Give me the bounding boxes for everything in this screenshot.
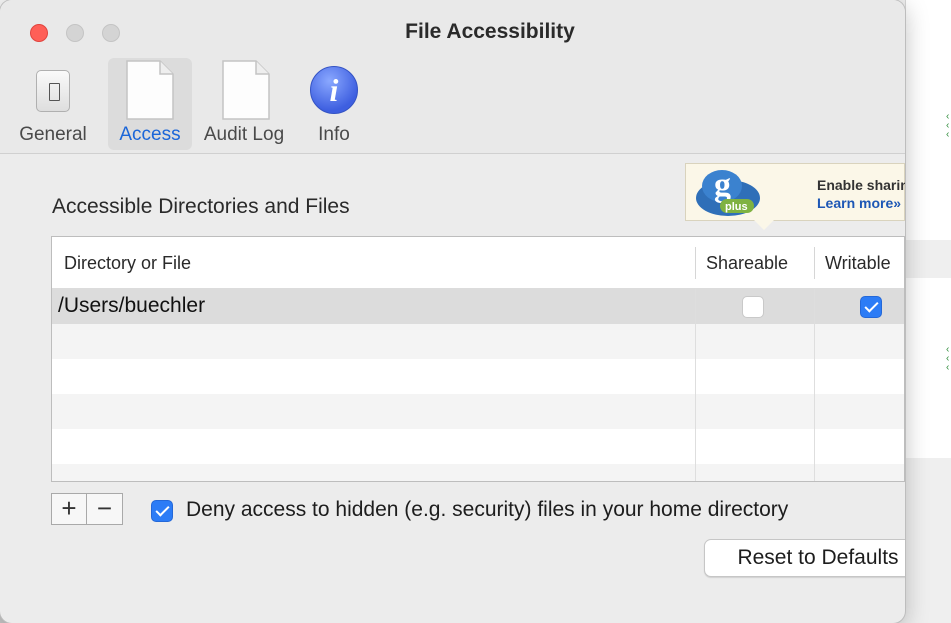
sharing-promo[interactable]: g plus Enable sharin Learn more» bbox=[685, 163, 905, 230]
switch-icon bbox=[36, 70, 70, 112]
table-row bbox=[52, 394, 904, 429]
add-button[interactable]: + bbox=[52, 494, 88, 524]
column-divider bbox=[695, 247, 696, 279]
writable-checkbox[interactable] bbox=[860, 296, 882, 318]
table-row bbox=[52, 324, 904, 359]
access-table[interactable]: Directory or File Shareable Writable /Us… bbox=[51, 236, 905, 482]
zoom-button[interactable] bbox=[102, 24, 120, 42]
section-heading: Accessible Directories and Files bbox=[52, 195, 350, 218]
learn-more-link[interactable]: Learn more» bbox=[817, 195, 901, 211]
toolbar: File Accessibility General Access Audit … bbox=[0, 0, 905, 154]
tab-label: Access bbox=[119, 124, 181, 145]
column-header-shareable[interactable]: Shareable bbox=[706, 253, 788, 274]
remove-button[interactable]: − bbox=[87, 494, 122, 524]
table-header: Directory or File Shareable Writable bbox=[52, 237, 904, 289]
table-row[interactable]: /Users/buechler bbox=[52, 289, 904, 324]
path-cell: /Users/buechler bbox=[58, 294, 206, 317]
tab-label: General bbox=[19, 124, 87, 145]
column-header-path[interactable]: Directory or File bbox=[64, 253, 191, 274]
info-icon: i bbox=[310, 66, 358, 114]
column-divider bbox=[695, 289, 696, 481]
deny-hidden-checkbox[interactable] bbox=[151, 500, 173, 522]
table-row bbox=[52, 464, 904, 481]
tab-general[interactable]: General bbox=[0, 58, 106, 150]
window-title: File Accessibility bbox=[405, 20, 575, 43]
document-icon bbox=[222, 60, 270, 120]
tab-access[interactable]: Access bbox=[108, 58, 192, 150]
svg-text:plus: plus bbox=[725, 201, 748, 213]
document-icon bbox=[126, 60, 174, 120]
deny-hidden-label[interactable]: Deny access to hidden (e.g. security) fi… bbox=[186, 498, 788, 522]
file-accessibility-window: File Accessibility General Access Audit … bbox=[0, 0, 905, 623]
shareable-checkbox[interactable] bbox=[742, 296, 764, 318]
column-divider bbox=[814, 289, 815, 481]
column-divider bbox=[814, 247, 815, 279]
promo-title: Enable sharin bbox=[817, 177, 905, 193]
tab-label: Info bbox=[318, 124, 350, 145]
chevron-icon: ‹ ‹ ‹ bbox=[946, 344, 950, 373]
table-row bbox=[52, 429, 904, 464]
add-remove-control: + − bbox=[51, 493, 123, 525]
tab-label: Audit Log bbox=[203, 124, 285, 145]
minimize-button[interactable] bbox=[66, 24, 84, 42]
close-button[interactable] bbox=[30, 24, 48, 42]
gplus-logo-icon: g plus bbox=[696, 167, 760, 216]
reset-to-defaults-button[interactable]: Reset to Defaults bbox=[704, 539, 905, 577]
background-panel bbox=[905, 278, 951, 458]
table-row bbox=[52, 359, 904, 394]
column-header-writable[interactable]: Writable bbox=[825, 253, 891, 274]
background-panel bbox=[905, 0, 951, 240]
tab-info[interactable]: i Info bbox=[296, 58, 372, 150]
tab-audit-log[interactable]: Audit Log bbox=[194, 58, 294, 150]
chevron-icon: ‹ ‹ ‹ bbox=[946, 111, 950, 140]
svg-text:g: g bbox=[714, 167, 731, 204]
